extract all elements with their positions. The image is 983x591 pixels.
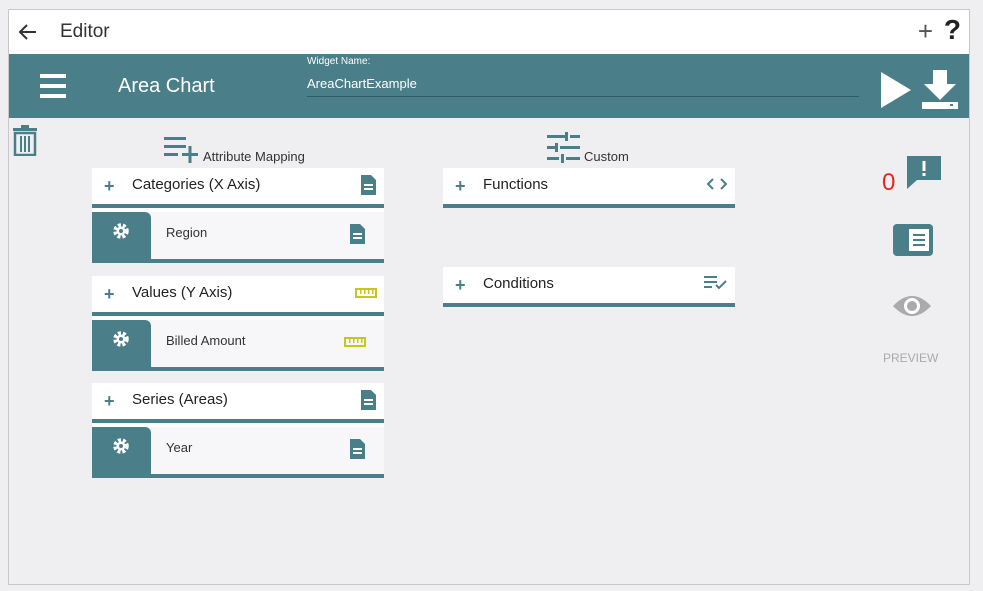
widget-header: Area Chart Widget Name: AreaChartExample <box>9 54 969 118</box>
values-label: Values (Y Axis) <box>132 284 233 301</box>
document-icon <box>350 439 365 459</box>
gear-icon <box>113 331 129 347</box>
chart-type-title: Area Chart <box>118 75 215 97</box>
trash-icon[interactable] <box>12 124 38 156</box>
categories-group: + Categories (X Axis) Region <box>92 168 384 263</box>
help-icon[interactable]: ? <box>944 15 961 45</box>
functions-group: + Functions <box>443 168 735 208</box>
data-view-icon[interactable] <box>893 224 933 256</box>
conditions-group: + Conditions <box>443 267 735 307</box>
message-alert-icon[interactable] <box>905 154 943 190</box>
category-item-region[interactable]: Region <box>92 212 384 263</box>
conditions-label: Conditions <box>483 275 554 292</box>
attribute-mapping-icon <box>164 137 198 163</box>
billed-amount-settings[interactable] <box>92 320 151 367</box>
conditions-header[interactable]: + Conditions <box>443 267 735 307</box>
attribute-mapping-title: Attribute Mapping <box>203 149 305 164</box>
custom-title: Custom <box>584 149 629 164</box>
menu-icon[interactable] <box>40 74 66 98</box>
add-series-icon[interactable]: + <box>104 392 115 410</box>
document-icon <box>350 224 365 244</box>
document-icon <box>361 175 376 195</box>
checklist-icon <box>704 276 727 290</box>
series-group: + Series (Areas) Year <box>92 383 384 478</box>
gear-icon <box>113 223 129 239</box>
add-condition-icon[interactable]: + <box>455 276 466 294</box>
region-label: Region <box>166 225 208 240</box>
values-header[interactable]: + Values (Y Axis) <box>92 276 384 316</box>
sliders-icon <box>547 132 580 163</box>
billed-amount-label: Billed Amount <box>166 333 246 348</box>
code-icon <box>706 178 728 190</box>
run-icon[interactable] <box>881 72 911 108</box>
categories-label: Categories (X Axis) <box>132 176 261 193</box>
value-item-billed-amount[interactable]: Billed Amount <box>92 320 384 371</box>
widget-name-input[interactable]: AreaChartExample <box>307 76 859 97</box>
year-label: Year <box>166 440 193 455</box>
back-arrow-icon[interactable] <box>16 20 40 44</box>
preview-label[interactable]: PREVIEW <box>883 351 938 365</box>
functions-header[interactable]: + Functions <box>443 168 735 208</box>
series-header[interactable]: + Series (Areas) <box>92 383 384 423</box>
widget-name-label: Widget Name: <box>307 56 371 67</box>
gear-icon <box>113 438 129 454</box>
add-category-icon[interactable]: + <box>104 177 115 195</box>
values-group: + Values (Y Axis) Billed Amount <box>92 276 384 371</box>
functions-label: Functions <box>483 176 549 193</box>
ruler-icon <box>344 337 366 347</box>
region-settings[interactable] <box>92 212 151 259</box>
page-title: Editor <box>60 21 110 42</box>
add-function-icon[interactable]: + <box>455 177 466 195</box>
series-label: Series (Areas) <box>132 391 228 408</box>
categories-header[interactable]: + Categories (X Axis) <box>92 168 384 208</box>
ruler-icon <box>355 288 377 298</box>
year-settings[interactable] <box>92 427 151 474</box>
add-value-icon[interactable]: + <box>104 285 115 303</box>
eye-icon[interactable] <box>892 292 932 320</box>
series-item-year[interactable]: Year <box>92 427 384 478</box>
download-icon[interactable] <box>921 68 959 110</box>
document-icon <box>361 390 376 410</box>
add-icon[interactable]: + <box>918 18 933 44</box>
editor-frame: Editor + ? Area Chart Widget Name: AreaC… <box>8 9 970 585</box>
top-bar: Editor + ? <box>9 10 969 54</box>
message-count: 0 <box>882 169 896 196</box>
